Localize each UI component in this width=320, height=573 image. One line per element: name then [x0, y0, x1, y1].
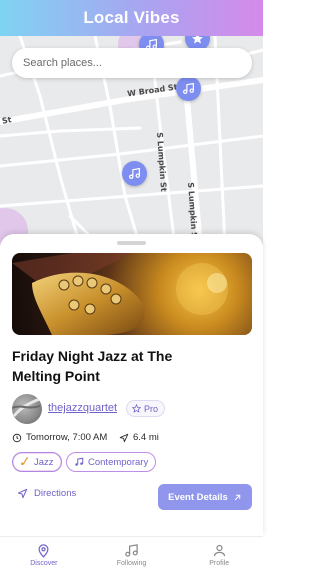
music-note-icon [125, 544, 138, 557]
music-note-icon [129, 167, 140, 179]
app-title: Local Vibes [83, 8, 180, 27]
host-username[interactable]: thejazzquartet [48, 402, 117, 414]
event-datetime-text: Tomorrow, 7:00 AM [26, 432, 108, 443]
saxophone-photo [12, 253, 228, 335]
nav-item-discover[interactable]: Discover [0, 537, 88, 573]
search-bar[interactable] [12, 48, 252, 78]
tag-contemporary[interactable]: Contemporary [66, 452, 157, 472]
nav-item-profile[interactable]: Profile [175, 537, 263, 573]
host-avatar[interactable] [12, 394, 42, 424]
star-icon [192, 36, 203, 44]
map-pin-music[interactable] [176, 76, 201, 101]
clock-icon [12, 433, 22, 442]
tag-jazz[interactable]: Jazz [12, 452, 62, 472]
event-title: Friday Night Jazz at The Melting Point [12, 348, 173, 384]
nav-label: Following [116, 560, 147, 567]
arrow-up-right-icon [234, 494, 241, 500]
avatar-image [12, 396, 42, 417]
nav-label: Profile [209, 560, 230, 567]
directions-button[interactable]: Directions [17, 488, 76, 499]
directions-label: Directions [34, 488, 77, 499]
tag-label: Contemporary [88, 456, 149, 468]
star-icon [132, 404, 141, 413]
search-input[interactable] [23, 57, 241, 69]
music-note-icon [75, 457, 84, 466]
saxophone-icon [21, 457, 28, 466]
music-note-icon [183, 82, 194, 94]
map-pin-music[interactable] [122, 161, 147, 186]
event-image [12, 253, 252, 335]
navigation-arrow-icon [119, 433, 129, 442]
user-icon [213, 544, 225, 557]
map-pin-icon [38, 544, 49, 558]
app-header: Local Vibes [0, 0, 263, 36]
event-datetime: Tomorrow, 7:00 AM [12, 432, 107, 443]
bottom-nav: Discover Following Profile [0, 536, 263, 573]
navigation-arrow-icon [17, 488, 28, 499]
event-distance: 6.4 mi [119, 432, 159, 443]
event-distance-text: 6.4 mi [133, 432, 159, 443]
pro-badge: Pro [126, 400, 166, 417]
sheet-drag-handle[interactable] [117, 241, 146, 245]
event-details-button[interactable]: Event Details [158, 484, 252, 510]
pro-badge-label: Pro [144, 403, 159, 414]
nav-label: Discover [30, 560, 58, 567]
nav-item-following[interactable]: Following [88, 537, 176, 573]
event-details-label: Event Details [168, 491, 228, 503]
road-label-st: St [1, 115, 13, 126]
tag-label: Jazz [34, 456, 54, 468]
event-sheet: Friday Night Jazz at The Melting Point t… [0, 234, 263, 536]
